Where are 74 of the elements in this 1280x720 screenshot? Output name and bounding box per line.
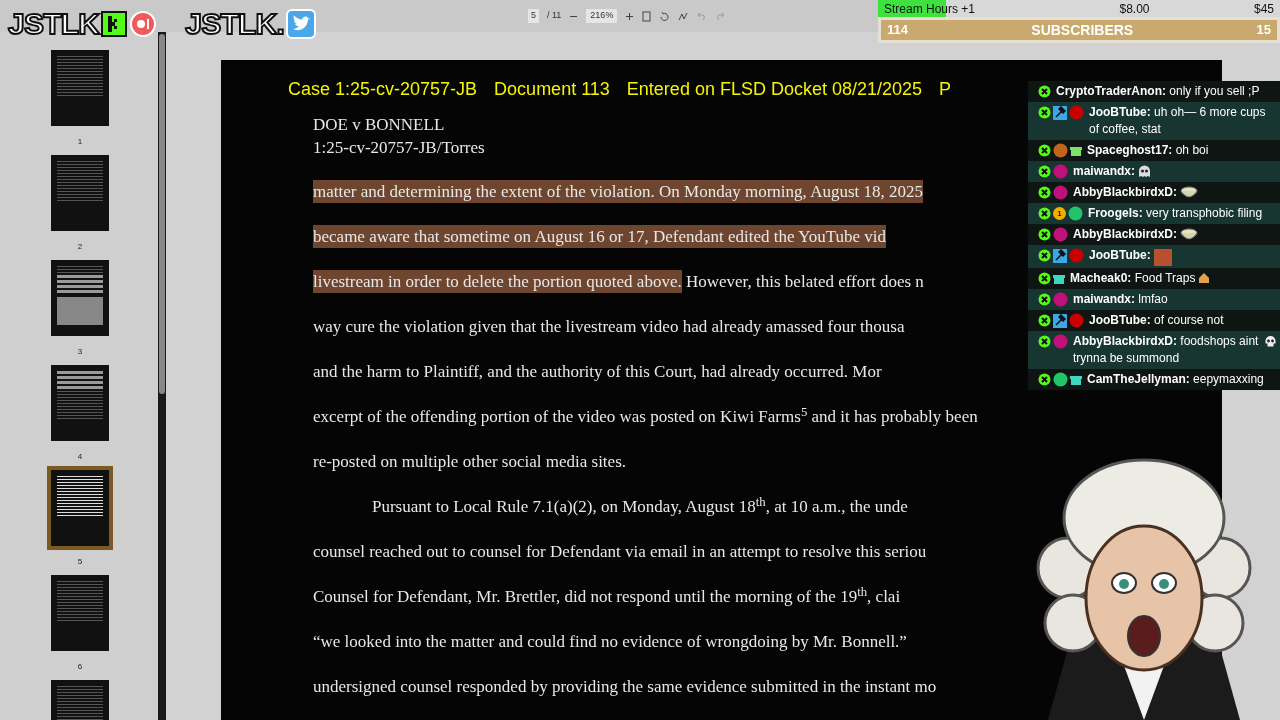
chat-message: CryptoTraderAnon: only if you sell ;P — [1056, 83, 1260, 100]
subscriber-count: 114 — [887, 21, 908, 40]
fit-page-icon[interactable] — [642, 10, 652, 22]
case-caption: 1:25-cv-20757-JB/Torres — [313, 137, 485, 159]
document-text-line: “we looked into the matter and could find no evidence of wrongdoing by Mr. Bonnell.” — [313, 631, 907, 653]
moderator-badge-icon — [1038, 272, 1051, 285]
sidebar-scrollbar[interactable] — [158, 32, 166, 720]
goal-target: $45 — [1253, 0, 1274, 18]
hammer-badge-icon — [1053, 313, 1067, 328]
moderator-badge-icon — [1038, 165, 1051, 178]
page-number-field[interactable]: 5 — [528, 9, 539, 23]
chat-message: JooBTube: — [1089, 247, 1151, 264]
document-text-line: Counsel for Defendant, Mr. Brettler, did not respond until the morning of the 19$^{th}$, clai — [313, 586, 901, 608]
chat-message: Macheak0: Food Traps — [1070, 270, 1196, 287]
document-text-line: counsel reached out to counsel for Defendant via email in an attempt to resolve this seriou — [313, 541, 927, 563]
document-header-text: Document 113 — [494, 78, 610, 101]
document-header-text: P — [939, 78, 952, 101]
document-text-line: Pursuant to Local Rule 7.1(a)(2), on Monday, August 18$^{th}$, at 10 a.m., the unde — [372, 496, 908, 518]
subscriber-badge: 1 — [1053, 207, 1066, 220]
moderator-badge-icon — [1038, 207, 1051, 220]
bird-icon[interactable] — [286, 9, 317, 39]
chat-message: JooBTube: of course not — [1089, 312, 1224, 329]
document-text-line: livestream in order to delete the portion quoted above. However, this belated effort does n — [313, 271, 924, 293]
page-number: 2 — [77, 241, 83, 252]
bowl-emote-icon — [1180, 228, 1199, 242]
moderator-badge-icon — [1038, 335, 1051, 348]
document-text-line: undersigned counsel responded by providing the same evidence submitted in the instant mo — [313, 676, 937, 698]
case-caption: DOE v BONNELL — [313, 114, 445, 136]
moderator-badge-icon — [1038, 314, 1051, 327]
document-text-line: and the harm to Plaintiff, and the authority of this Court, had already occurred. Mor — [313, 361, 882, 383]
document-text-line: re-posted on multiple other social media sites. — [313, 451, 626, 473]
subscriber-label: SUBSCRIBERS — [1031, 20, 1134, 40]
moderator-badge-icon — [1038, 293, 1051, 306]
moderator-badge-icon — [1038, 249, 1051, 262]
zoom-in-icon[interactable] — [625, 11, 635, 21]
hammer-badge-icon — [1053, 105, 1067, 120]
page-number: 1 — [77, 136, 83, 147]
hammer-badge-icon — [1053, 248, 1067, 263]
document-text-line: way cure the violation given that the livestream video had already amassed four thousa — [313, 316, 905, 338]
house-emote-icon — [1198, 272, 1211, 284]
bowl-emote-icon — [1180, 186, 1199, 200]
page-thumbnail[interactable] — [47, 466, 113, 550]
rotate-icon[interactable] — [659, 10, 671, 22]
kick-logo-icon[interactable] — [101, 11, 128, 37]
chat-message: AbbyBlackbirdxD: — [1073, 226, 1178, 243]
chat-message: Spaceghost17: oh boi — [1087, 142, 1209, 159]
subscriber-goal: 15 — [1256, 21, 1271, 40]
channel-logo-text: JSTLK. — [185, 9, 285, 39]
page-number: 5 — [77, 556, 83, 567]
document-text-line: excerpt of the offending portion of the video was posted on Kiwi Farms$^{5}$ and it has probably been — [313, 406, 978, 428]
goal-amount: $8.00 — [1118, 0, 1150, 18]
chat-message: AbbyBlackbirdxD: — [1073, 184, 1178, 201]
moderator-badge-icon — [1038, 85, 1051, 98]
page-number: 6 — [77, 661, 83, 672]
draw-icon[interactable] — [678, 10, 690, 22]
zoom-field[interactable]: 216% — [586, 9, 618, 23]
moderator-badge-icon — [1038, 228, 1051, 241]
emote-image — [1153, 249, 1172, 266]
moderator-badge-icon — [1038, 373, 1051, 386]
moderator-badge-icon — [1038, 186, 1051, 199]
channel-logo-text: JSTLK — [8, 9, 100, 39]
chat-message: maiwandx: — [1073, 163, 1135, 180]
moderator-badge-icon — [1038, 144, 1051, 157]
chat-message: maiwandx: lmfao — [1073, 291, 1168, 308]
ghost-emote-icon — [1138, 165, 1151, 178]
page-count: / 11 — [547, 9, 562, 23]
page-number: 3 — [77, 346, 83, 357]
skull-emote-icon — [1264, 335, 1277, 348]
document-header-text: Entered on FLSD Docket 08/21/2025 — [626, 78, 923, 101]
chat-message: Froogels: very transphobic filing — [1088, 205, 1263, 222]
document-header-text: Case 1:25-cv-20757-JB — [288, 78, 478, 101]
page-number: 4 — [77, 451, 83, 462]
moderator-badge-icon — [1038, 106, 1051, 119]
chat-message: CamTheJellyman: eepymaxxing — [1087, 371, 1264, 388]
